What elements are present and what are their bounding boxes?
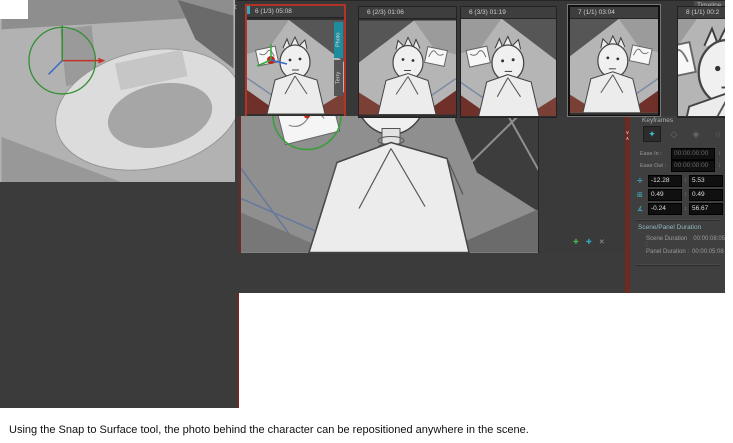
scene-duration-value: 00:00:08:05 bbox=[693, 236, 725, 248]
panel-layer-tab-photo[interactable]: Photo bbox=[334, 22, 343, 58]
ease-in-label: Ease In : bbox=[640, 151, 668, 157]
position-icon: ✛ bbox=[637, 177, 646, 185]
position-values-row: ✛ -12.28 ↕ 5.53 ↕ bbox=[637, 175, 728, 187]
delete-keyframe-icon[interactable]: ◈ bbox=[687, 126, 705, 142]
scale-spinner[interactable]: ↕ bbox=[684, 192, 687, 198]
timeline-panel-thumbnail-4[interactable]: 7 (1/1) 03:04 bbox=[568, 5, 660, 116]
add-vector-layer-icon[interactable]: ✚ bbox=[586, 238, 592, 246]
rotation-spinner[interactable]: ↕ bbox=[684, 206, 687, 212]
panel-duration-label: Panel Duration : bbox=[646, 249, 689, 255]
panel-4-artwork bbox=[570, 19, 658, 115]
scale-values-row: ⊞ 0.49 ↕ 0.49 ↕ bbox=[637, 189, 728, 201]
window-edge-blank bbox=[725, 0, 733, 293]
panel-layer-tab-photo-label: Photo bbox=[334, 22, 343, 58]
ease-out-spinner[interactable]: ↕ bbox=[718, 163, 721, 169]
keyframes-tools: ✦ ◇ ◈ ○ bbox=[643, 126, 727, 142]
scene-duration-row: Scene Duration : 00:00:08:05 bbox=[646, 236, 725, 248]
rotation-values-row: ∡ -0.24 ↕ 56.67 ↕ bbox=[637, 203, 728, 215]
ease-out-label: Ease Out : bbox=[640, 163, 668, 169]
panel-layer-tab-terry[interactable]: Terry bbox=[334, 60, 343, 96]
position-y-field[interactable]: 5.53 bbox=[689, 175, 723, 187]
panel-marker-icon bbox=[247, 6, 250, 14]
ease-in-row: Ease In : 00:00:00:00 ↕ bbox=[640, 148, 721, 160]
add-keyframe-icon[interactable]: ◇ bbox=[665, 126, 683, 142]
timeline-panel-thumbnail-2[interactable]: 6 (2/3) 01:06 bbox=[358, 6, 457, 118]
panel-3-header: 6 (3/3) 01:19 bbox=[461, 7, 556, 19]
window-corner-blank bbox=[0, 0, 28, 19]
top-view-canvas[interactable] bbox=[0, 0, 235, 182]
divider bbox=[636, 264, 719, 266]
delete-layer-icon[interactable]: ✕ bbox=[599, 238, 605, 246]
keyframes-section-label: Keyframes bbox=[642, 117, 673, 124]
duration-section-label: Scene/Panel Duration bbox=[638, 224, 701, 231]
panel-3-artwork bbox=[461, 19, 556, 116]
caption-text: Using the Snap to Surface tool, the phot… bbox=[9, 424, 529, 436]
panel-duration-value: 00:00:05:08 bbox=[692, 249, 724, 255]
rotation-field[interactable]: -0.24 bbox=[648, 203, 682, 215]
angle-field[interactable]: 56.67 bbox=[689, 203, 723, 215]
rotation-icon: ∡ bbox=[637, 205, 646, 213]
panel-1-artwork bbox=[247, 18, 344, 116]
left-view-column: Stage View + × bbox=[0, 0, 239, 408]
divider bbox=[636, 219, 719, 221]
top-view-artwork bbox=[0, 0, 235, 182]
layers-footer-toolbar: ✚ ✚ ✕ bbox=[573, 238, 605, 246]
scale-icon: ⊞ bbox=[637, 191, 646, 199]
add-layer-icon[interactable]: ✚ bbox=[573, 238, 579, 246]
ease-in-spinner[interactable]: ↕ bbox=[718, 151, 721, 157]
timeline-panel: Timeline 6 (1/3) 05:08 Photo Terry 6 (2/… bbox=[237, 0, 733, 116]
show-keyframes-icon[interactable]: ✦ bbox=[643, 126, 661, 142]
panel-2-header: 6 (2/3) 01:06 bbox=[359, 7, 456, 19]
scale-x-field[interactable]: 0.49 bbox=[648, 189, 682, 201]
position-x-field[interactable]: -12.28 bbox=[648, 175, 682, 187]
panel-layer-tab-terry-label: Terry bbox=[334, 60, 343, 96]
storyboard-pro-window: { "colors":{"accent_teal":"#1e8b9e","sel… bbox=[0, 0, 733, 443]
panel-2-artwork bbox=[359, 19, 456, 116]
position-spinner[interactable]: ↕ bbox=[684, 178, 687, 184]
ease-in-field[interactable]: 00:00:00:00 bbox=[671, 148, 715, 160]
ease-out-row: Ease Out : 00:00:00:00 ↕ bbox=[640, 160, 721, 172]
panel-duration-row: Panel Duration : 00:00:05:08 bbox=[646, 249, 724, 255]
ease-out-field[interactable]: 00:00:00:00 bbox=[671, 160, 715, 172]
scene-duration-label: Scene Duration : bbox=[646, 236, 690, 248]
timeline-panel-thumbnail-3[interactable]: 6 (3/3) 01:19 bbox=[460, 6, 557, 118]
timeline-panel-thumbnail-1[interactable]: 6 (1/3) 05:08 Photo Terry bbox=[245, 4, 346, 116]
scale-y-field[interactable]: 0.49 bbox=[689, 189, 723, 201]
panel-1-header: 6 (1/3) 05:08 bbox=[247, 6, 344, 18]
panel-4-header: 7 (1/1) 03:04 bbox=[570, 7, 658, 19]
